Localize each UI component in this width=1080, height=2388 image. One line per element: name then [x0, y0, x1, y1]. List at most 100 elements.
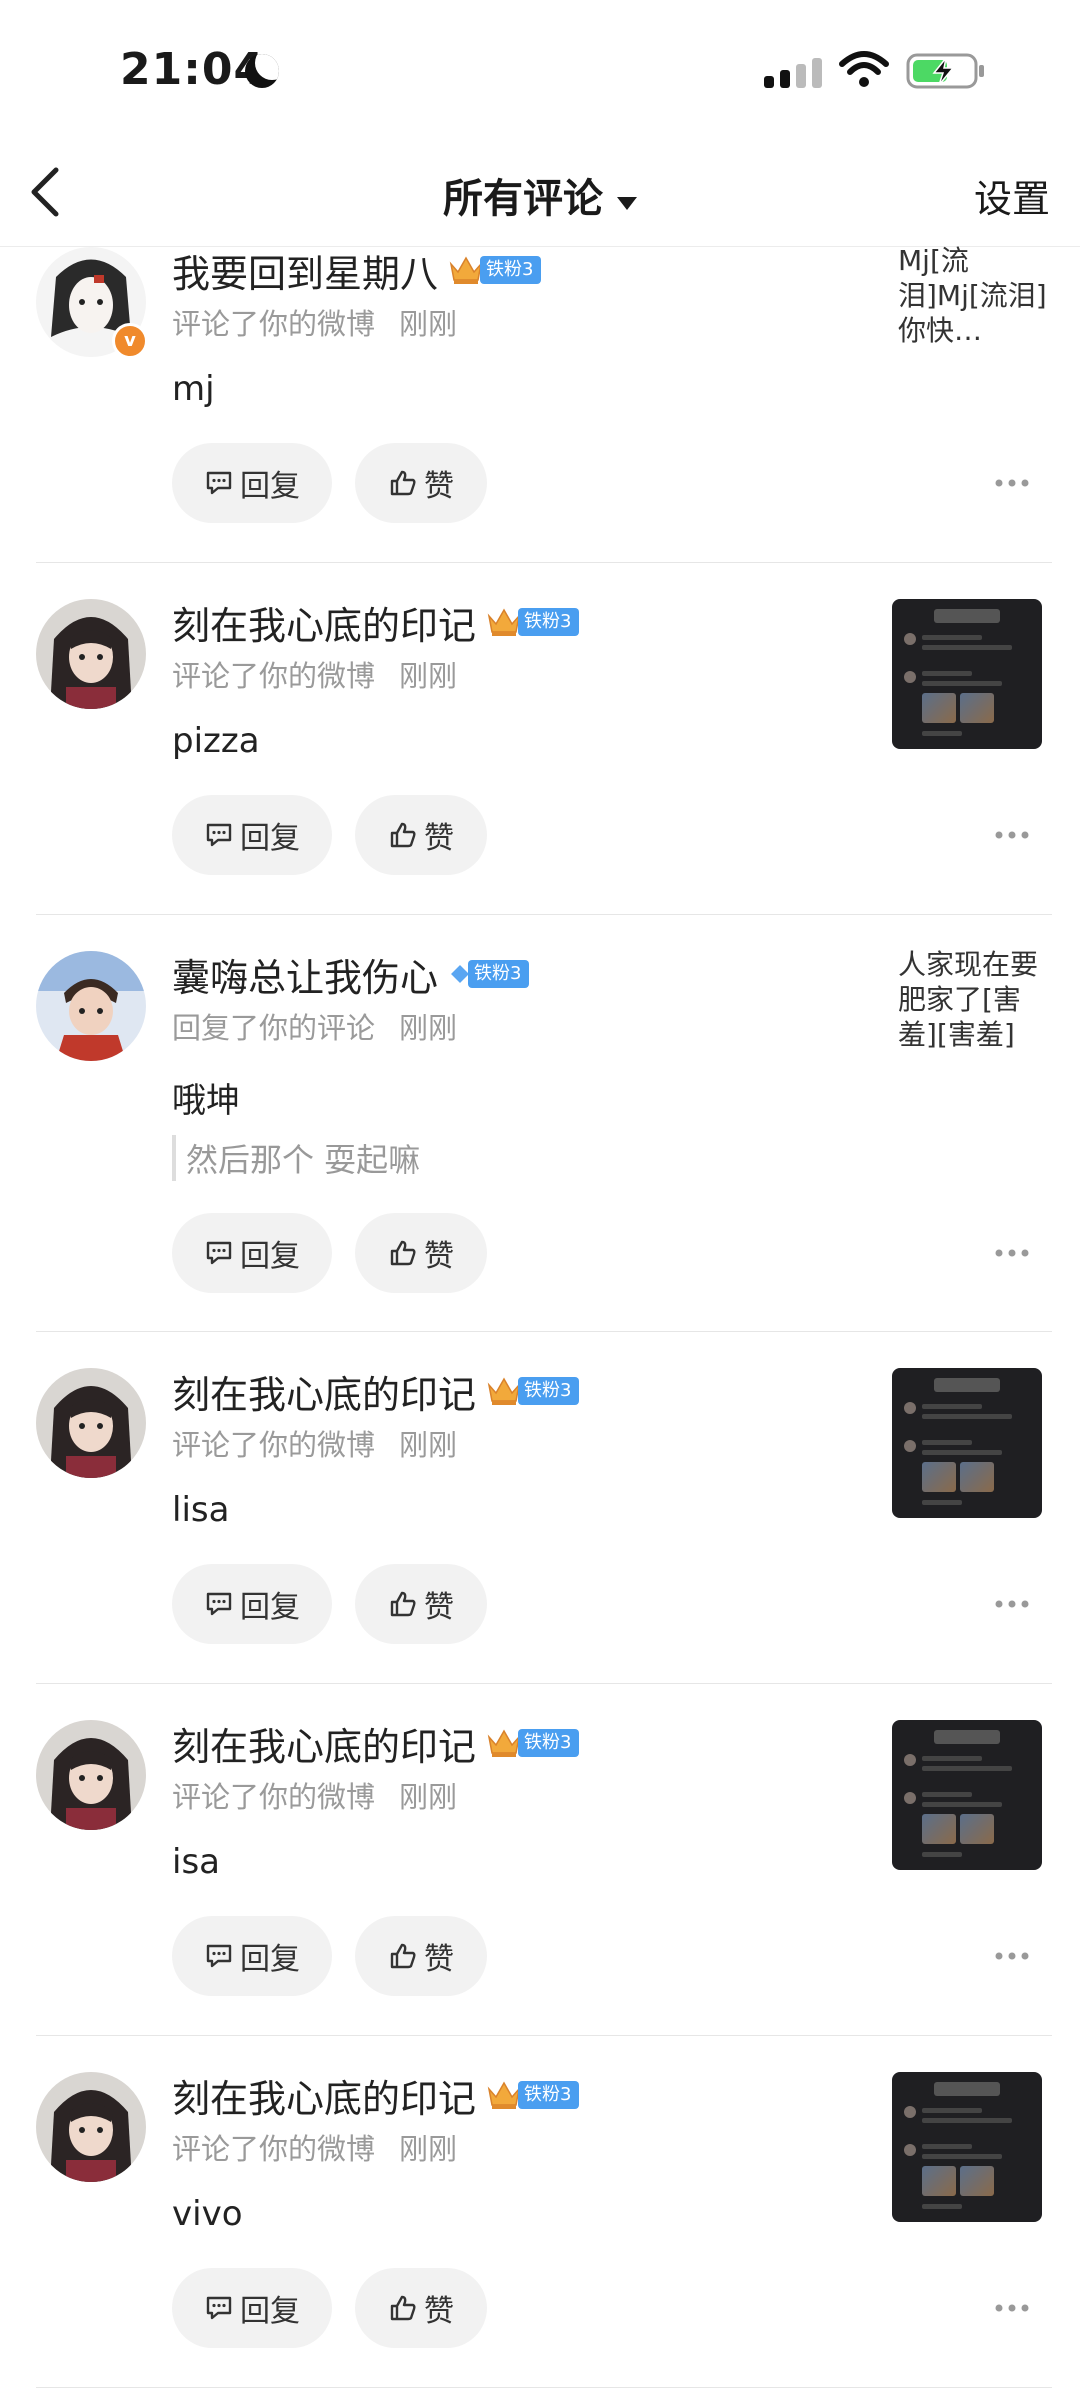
reply-label: 回复	[240, 469, 300, 504]
reply-button[interactable]: 回复	[172, 2268, 332, 2348]
comment-meta: 评论了你的微博 刚刚	[172, 1422, 457, 1464]
username[interactable]: 刻在我心底的印记	[172, 595, 476, 650]
timestamp: 刚刚	[399, 2132, 458, 2166]
reply-button[interactable]: 回复	[172, 1213, 332, 1293]
original-post-preview[interactable]: Mj[流泪]Mj[流泪]你快…	[898, 243, 1054, 348]
comment-text: lisa	[172, 1490, 230, 1530]
comment-icon	[206, 1944, 232, 1968]
more-icon[interactable]	[994, 1951, 1030, 1961]
comment-icon	[206, 1592, 232, 1616]
fan-badge: 铁粉3	[486, 2080, 580, 2110]
thumbs-up-icon	[390, 1591, 416, 1617]
reply-button[interactable]: 回复	[172, 1916, 332, 1996]
more-icon[interactable]	[994, 1248, 1030, 1258]
fan-level-label: 铁粉3	[468, 960, 530, 988]
timestamp: 刚刚	[399, 1428, 458, 1462]
original-post-preview[interactable]: 人家现在要肥家了[害羞][害羞]	[898, 947, 1054, 1052]
comment-text: pizza	[172, 721, 260, 761]
comment-text: 哦坤	[172, 1081, 240, 1121]
wifi-icon	[839, 51, 889, 87]
like-button[interactable]: 赞	[355, 1213, 487, 1293]
like-button[interactable]: 赞	[355, 443, 487, 523]
comment-item[interactable]: 刻在我心底的印记 铁粉3 评论了你的微博 刚刚 pizza 回复 赞	[0, 563, 1080, 915]
more-icon[interactable]	[994, 2303, 1030, 2313]
comment-text: isa	[172, 1842, 220, 1882]
quoted-comment: 然后那个 耍起嘛	[172, 1135, 420, 1181]
like-label: 赞	[424, 821, 454, 856]
weibo-thumbnail[interactable]	[892, 599, 1042, 749]
crown-icon	[487, 2081, 521, 2109]
action-text: 评论了你的微博	[172, 1780, 376, 1814]
crown-icon	[449, 256, 483, 284]
comment-meta: 评论了你的微博 刚刚	[172, 653, 457, 695]
comment-item[interactable]: v 我要回到星期八 铁粉3 评论了你的微博 刚刚 mj Mj[流泪]Mj[流泪]你…	[0, 211, 1080, 563]
action-text: 评论了你的微博	[172, 307, 376, 341]
username[interactable]: 囊嗨总让我伤心	[172, 947, 438, 1002]
reply-label: 回复	[240, 1239, 300, 1274]
fan-level-label: 铁粉3	[518, 1377, 580, 1405]
moon-icon	[245, 54, 279, 88]
username[interactable]: 我要回到星期八	[172, 243, 438, 298]
weibo-thumbnail[interactable]	[892, 1720, 1042, 1870]
more-icon[interactable]	[994, 478, 1030, 488]
username[interactable]: 刻在我心底的印记	[172, 1364, 476, 1419]
comment-item[interactable]: 囊嗨总让我伤心 铁粉3 回复了你的评论 刚刚 哦坤 然后那个 耍起嘛 人家现在要肥…	[0, 915, 1080, 1332]
comment-text: mj	[172, 369, 215, 409]
fan-badge: 铁粉3	[486, 1376, 580, 1406]
fan-badge: 铁粉3	[448, 255, 542, 285]
comment-item[interactable]: 刻在我心底的印记 铁粉3 评论了你的微博 刚刚 lisa 回复 赞	[0, 1332, 1080, 1684]
thumbs-up-icon	[390, 822, 416, 848]
reply-button[interactable]: 回复	[172, 443, 332, 523]
avatar[interactable]	[36, 1720, 146, 1830]
crown-icon	[487, 1377, 521, 1405]
reply-button[interactable]: 回复	[172, 795, 332, 875]
thumbs-up-icon	[390, 470, 416, 496]
fan-level-label: 铁粉3	[518, 1729, 580, 1757]
like-label: 赞	[424, 1239, 454, 1274]
username[interactable]: 刻在我心底的印记	[172, 2068, 476, 2123]
battery-icon	[906, 53, 984, 89]
like-label: 赞	[424, 1590, 454, 1625]
thumbs-up-icon	[390, 2295, 416, 2321]
comment-meta: 评论了你的微博 刚刚	[172, 2126, 457, 2168]
comment-icon	[206, 471, 232, 495]
like-button[interactable]: 赞	[355, 1916, 487, 1996]
verified-icon: v	[112, 323, 148, 359]
timestamp: 刚刚	[399, 1011, 458, 1045]
timestamp: 刚刚	[399, 659, 458, 693]
like-button[interactable]: 赞	[355, 795, 487, 875]
like-label: 赞	[424, 2294, 454, 2329]
action-text: 评论了你的微博	[172, 2132, 376, 2166]
like-button[interactable]: 赞	[355, 1564, 487, 1644]
more-icon[interactable]	[994, 830, 1030, 840]
status-time: 21:04	[120, 44, 266, 95]
fan-badge: 铁粉3	[486, 1728, 580, 1758]
comment-meta: 回复了你的评论 刚刚	[172, 1005, 457, 1047]
comment-item[interactable]: 刻在我心底的印记 铁粉3 评论了你的微博 刚刚 isa 回复 赞	[0, 1684, 1080, 2036]
avatar[interactable]	[36, 1368, 146, 1478]
chevron-down-icon	[617, 197, 637, 210]
fan-level-label: 铁粉3	[480, 256, 542, 284]
username[interactable]: 刻在我心底的印记	[172, 1716, 476, 1771]
reply-button[interactable]: 回复	[172, 1564, 332, 1644]
like-button[interactable]: 赞	[355, 2268, 487, 2348]
reply-label: 回复	[240, 1590, 300, 1625]
thumbs-up-icon	[390, 1240, 416, 1266]
comment-feed: v 我要回到星期八 铁粉3 评论了你的微博 刚刚 mj Mj[流泪]Mj[流泪]你…	[0, 244, 1080, 2388]
comment-meta: 评论了你的微博 刚刚	[172, 301, 457, 343]
reply-label: 回复	[240, 821, 300, 856]
comment-meta: 评论了你的微博 刚刚	[172, 1774, 457, 1816]
comment-item[interactable]: 刻在我心底的印记 铁粉3 评论了你的微博 刚刚 vivo 回复 赞	[0, 2036, 1080, 2388]
reply-label: 回复	[240, 2294, 300, 2329]
like-label: 赞	[424, 1942, 454, 1977]
avatar[interactable]	[36, 599, 146, 709]
timestamp: 刚刚	[399, 1780, 458, 1814]
avatar[interactable]	[36, 2072, 146, 2182]
status-bar: 21:04	[0, 0, 1080, 140]
weibo-thumbnail[interactable]	[892, 2072, 1042, 2222]
more-icon[interactable]	[994, 1599, 1030, 1609]
avatar[interactable]	[36, 951, 146, 1061]
crown-icon	[487, 1729, 521, 1757]
signal-icon	[764, 58, 822, 88]
weibo-thumbnail[interactable]	[892, 1368, 1042, 1518]
